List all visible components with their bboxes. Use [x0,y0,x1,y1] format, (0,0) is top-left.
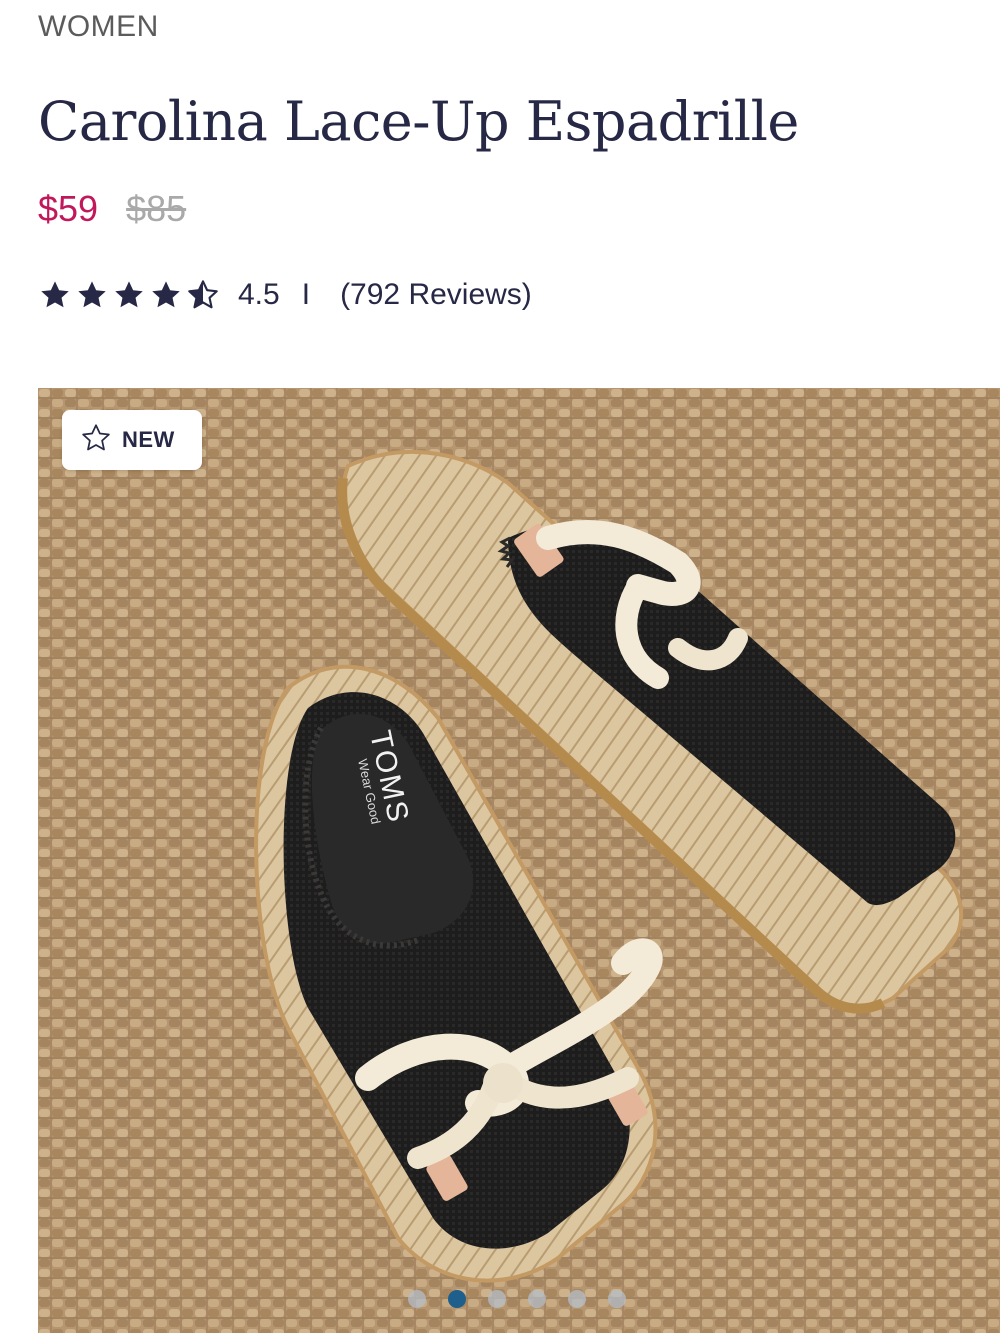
rating-row[interactable]: 4.5 I (792 Reviews) [38,278,532,312]
star-full-icon [112,279,146,311]
new-badge-label: NEW [122,427,175,452]
rating-separator: I [301,278,311,311]
price-row: $59 $85 [38,188,186,230]
carousel-dot[interactable] [568,1290,586,1308]
original-price: $85 [126,188,187,229]
star-full-icon [149,279,183,311]
star-full-icon [38,279,72,311]
product-image-gallery[interactable]: TOMS Wear Good NEW [38,388,1000,1333]
carousel-dot[interactable] [488,1290,506,1308]
carousel-dot[interactable] [608,1290,626,1308]
carousel-dot[interactable] [408,1290,426,1308]
rating-stars [38,279,220,311]
star-half-icon [186,279,220,311]
new-badge: NEW [62,410,202,470]
rating-value: 4.5 [238,278,280,311]
product-category: WOMEN [38,10,159,43]
star-full-icon [75,279,109,311]
sale-price: $59 [38,188,99,229]
carousel-dot-active[interactable] [448,1290,466,1308]
product-photo: TOMS Wear Good [38,388,1000,1333]
product-title: Carolina Lace-Up Espadrille [38,90,799,153]
reviews-link[interactable]: (792 Reviews) [340,278,532,312]
star-outline-icon [80,423,112,458]
carousel-dot[interactable] [528,1290,546,1308]
carousel-dots[interactable] [408,1290,626,1308]
